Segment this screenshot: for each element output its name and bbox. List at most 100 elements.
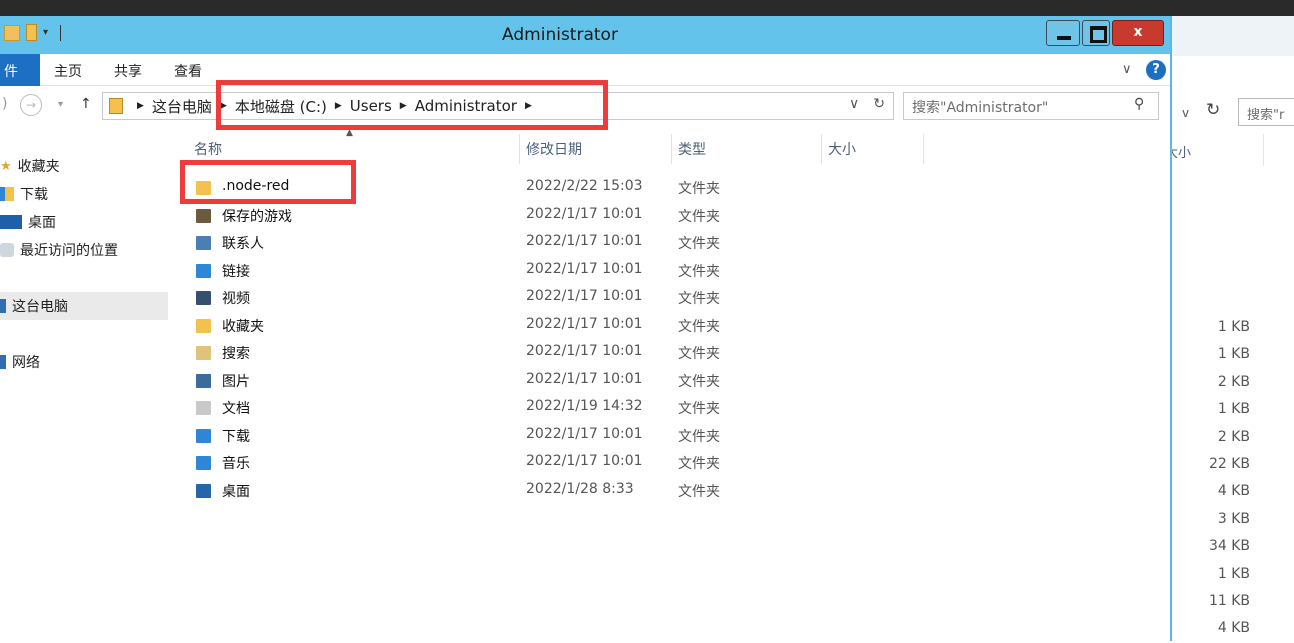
background-explorer-window[interactable]: v ↻ 搜索"r 大小 1 KB 1 KB 2 KB 1 KB 2 KB 22 KB 4 K…: [1172, 16, 1294, 641]
address-highlight-box: [216, 80, 608, 130]
titlebar: ▾ Administrator x: [0, 16, 1170, 54]
star-icon: ★: [0, 159, 12, 174]
file-row[interactable]: 搜索 2022/1/17 10:01 文件夹: [190, 339, 890, 367]
column-header-date[interactable]: 修改日期: [522, 134, 672, 164]
expand-ribbon-icon[interactable]: ∨: [1122, 62, 1132, 77]
folder-icon: [196, 318, 211, 333]
sidebar-item-recent-places[interactable]: 最近访问的位置: [0, 240, 118, 260]
desktop-icon: [0, 215, 22, 229]
background-file-size: 34 KB: [1208, 538, 1250, 555]
folder-icon: [196, 456, 211, 470]
file-row[interactable]: 下载 2022/1/17 10:01 文件夹: [190, 422, 890, 450]
desktop-top-band: [0, 0, 1294, 16]
file-row[interactable]: 链接 2022/1/17 10:01 文件夹: [190, 257, 890, 285]
file-type: 文件夹: [678, 373, 720, 390]
file-type: 文件夹: [678, 456, 720, 472]
file-name: 联系人: [222, 236, 264, 252]
file-date: 2022/2/22 15:03: [526, 178, 643, 194]
maximize-button[interactable]: [1082, 20, 1110, 46]
file-row[interactable]: 图片 2022/1/17 10:01 文件夹: [190, 367, 890, 395]
back-button[interactable]: ): [2, 96, 7, 112]
file-date: 2022/1/17 10:01: [526, 370, 643, 387]
file-date: 2022/1/19 14:32: [526, 398, 643, 414]
file-name: 视频: [222, 291, 250, 307]
file-row[interactable]: 桌面 2022/1/28 8:33 文件夹: [190, 477, 890, 505]
file-row[interactable]: 保存的游戏 2022/1/17 10:01 文件夹: [190, 202, 890, 230]
file-row[interactable]: 音乐 2022/1/17 10:01 文件夹: [190, 449, 890, 477]
refresh-icon[interactable]: ↻: [1206, 100, 1220, 120]
sidebar-item-downloads[interactable]: 下载: [0, 184, 48, 204]
tab-file[interactable]: 件: [0, 54, 40, 86]
tab-view[interactable]: 查看: [174, 61, 202, 81]
forward-button[interactable]: →: [20, 94, 42, 116]
search-icon[interactable]: ⚲: [1134, 96, 1144, 112]
background-size-column-header[interactable]: 大小: [1172, 134, 1264, 166]
file-type: 文件夹: [678, 263, 720, 280]
tab-home[interactable]: 主页: [54, 61, 82, 81]
background-search-input[interactable]: 搜索"r: [1238, 98, 1294, 126]
sidebar-item-label: 这台电脑: [12, 299, 68, 315]
background-file-size: 1 KB: [1217, 401, 1250, 418]
file-date: 2022/1/17 10:01: [526, 453, 643, 469]
file-row[interactable]: 视频 2022/1/17 10:01 文件夹: [190, 284, 890, 312]
file-type: 文件夹: [678, 208, 720, 225]
file-date: 2022/1/17 10:01: [526, 205, 643, 222]
background-file-size: 2 KB: [1217, 373, 1250, 390]
sidebar-item-network[interactable]: 网络: [0, 352, 40, 372]
file-name: 音乐: [222, 456, 250, 472]
background-file-size: 1 KB: [1217, 319, 1250, 335]
file-name: 链接: [222, 263, 250, 280]
search-input[interactable]: 搜索"Administrator": [903, 92, 1159, 120]
recent-locations-icon[interactable]: ▾: [58, 99, 63, 110]
file-type: 文件夹: [678, 291, 720, 307]
close-button[interactable]: x: [1112, 20, 1164, 46]
chevron-down-icon[interactable]: ∨: [849, 96, 859, 112]
file-date: 2022/1/17 10:01: [526, 315, 643, 332]
background-titlebar: [1172, 16, 1294, 56]
file-date: 2022/1/17 10:01: [526, 288, 643, 304]
folder-icon: [196, 236, 211, 250]
help-icon[interactable]: ?: [1146, 60, 1166, 80]
up-button[interactable]: ↑: [80, 96, 92, 112]
sidebar-item-this-pc[interactable]: 这台电脑: [0, 292, 168, 320]
file-date: 2022/1/17 10:01: [526, 233, 643, 249]
breadcrumb-this-pc[interactable]: 这台电脑: [152, 96, 212, 117]
address-tools: ∨ ↻: [849, 96, 885, 112]
file-name: 桌面: [222, 483, 250, 500]
file-type: 文件夹: [678, 236, 720, 252]
folder-icon: [196, 401, 211, 415]
refresh-icon[interactable]: ↻: [873, 96, 885, 112]
tab-share[interactable]: 共享: [114, 61, 142, 81]
node-red-highlight-box: [180, 160, 356, 204]
file-row[interactable]: 文档 2022/1/19 14:32 文件夹: [190, 394, 890, 422]
column-header-size[interactable]: 大小: [824, 134, 924, 164]
folder-icon: [196, 263, 211, 278]
breadcrumb-separator-icon[interactable]: ▶: [137, 101, 144, 111]
file-type: 文件夹: [678, 401, 720, 417]
background-file-size: 1 KB: [1217, 346, 1250, 363]
background-file-size: 22 KB: [1208, 455, 1250, 472]
sidebar-item-label: 网络: [12, 355, 40, 371]
sidebar-item-label: 桌面: [28, 215, 56, 231]
folder-icon: [196, 346, 211, 360]
sidebar-item-desktop[interactable]: 桌面: [0, 212, 56, 232]
minimize-button[interactable]: [1046, 20, 1080, 46]
folder-icon: [196, 428, 211, 443]
column-header-type[interactable]: 类型: [674, 134, 822, 164]
background-file-size: 1 KB: [1217, 565, 1250, 582]
folder-icon: [196, 208, 211, 223]
folder-icon: [196, 483, 211, 498]
background-file-size: 4 KB: [1217, 620, 1250, 637]
background-file-size: 3 KB: [1217, 510, 1250, 527]
file-name: 文档: [222, 401, 250, 417]
sidebar-item-label: 下载: [20, 187, 48, 203]
file-date: 2022/1/17 10:01: [526, 260, 643, 277]
window-title: Administrator: [502, 25, 618, 45]
background-file-size: 4 KB: [1217, 483, 1250, 500]
sidebar-item-label: 最近访问的位置: [20, 243, 118, 259]
file-type: 文件夹: [678, 181, 720, 197]
file-row[interactable]: 收藏夹 2022/1/17 10:01 文件夹: [190, 312, 890, 340]
chevron-down-icon[interactable]: v: [1182, 106, 1189, 120]
sidebar-item-favorites[interactable]: ★ 收藏夹: [0, 156, 60, 176]
file-row[interactable]: 联系人 2022/1/17 10:01 文件夹: [190, 229, 890, 257]
